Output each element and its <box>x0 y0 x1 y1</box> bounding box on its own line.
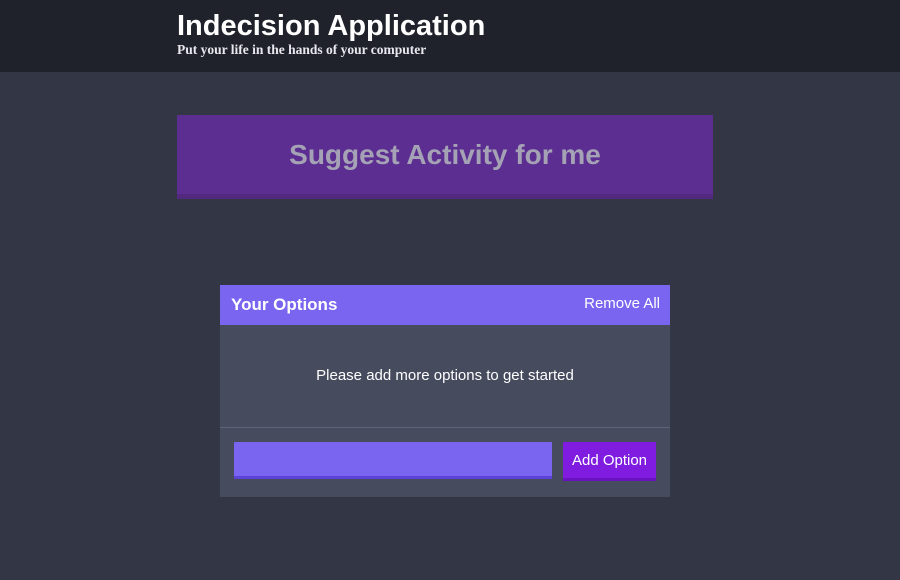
empty-options-message: Please add more options to get started <box>316 367 574 384</box>
app-subtitle: Put your life in the hands of your compu… <box>177 42 427 57</box>
remove-all-button[interactable]: Remove All <box>584 295 660 312</box>
options-title: Your Options <box>231 295 338 314</box>
options-widget: Your Options Remove All Please add more … <box>220 285 670 497</box>
add-option-input[interactable] <box>234 442 552 479</box>
app-title: Indecision Application <box>177 10 486 42</box>
add-option-button[interactable]: Add Option <box>563 442 656 481</box>
form-divider <box>220 427 670 428</box>
options-header: Your Options Remove All <box>220 285 670 325</box>
app-header: Indecision Application Put your life in … <box>0 0 900 72</box>
suggest-activity-button[interactable]: Suggest Activity for me <box>177 115 713 199</box>
